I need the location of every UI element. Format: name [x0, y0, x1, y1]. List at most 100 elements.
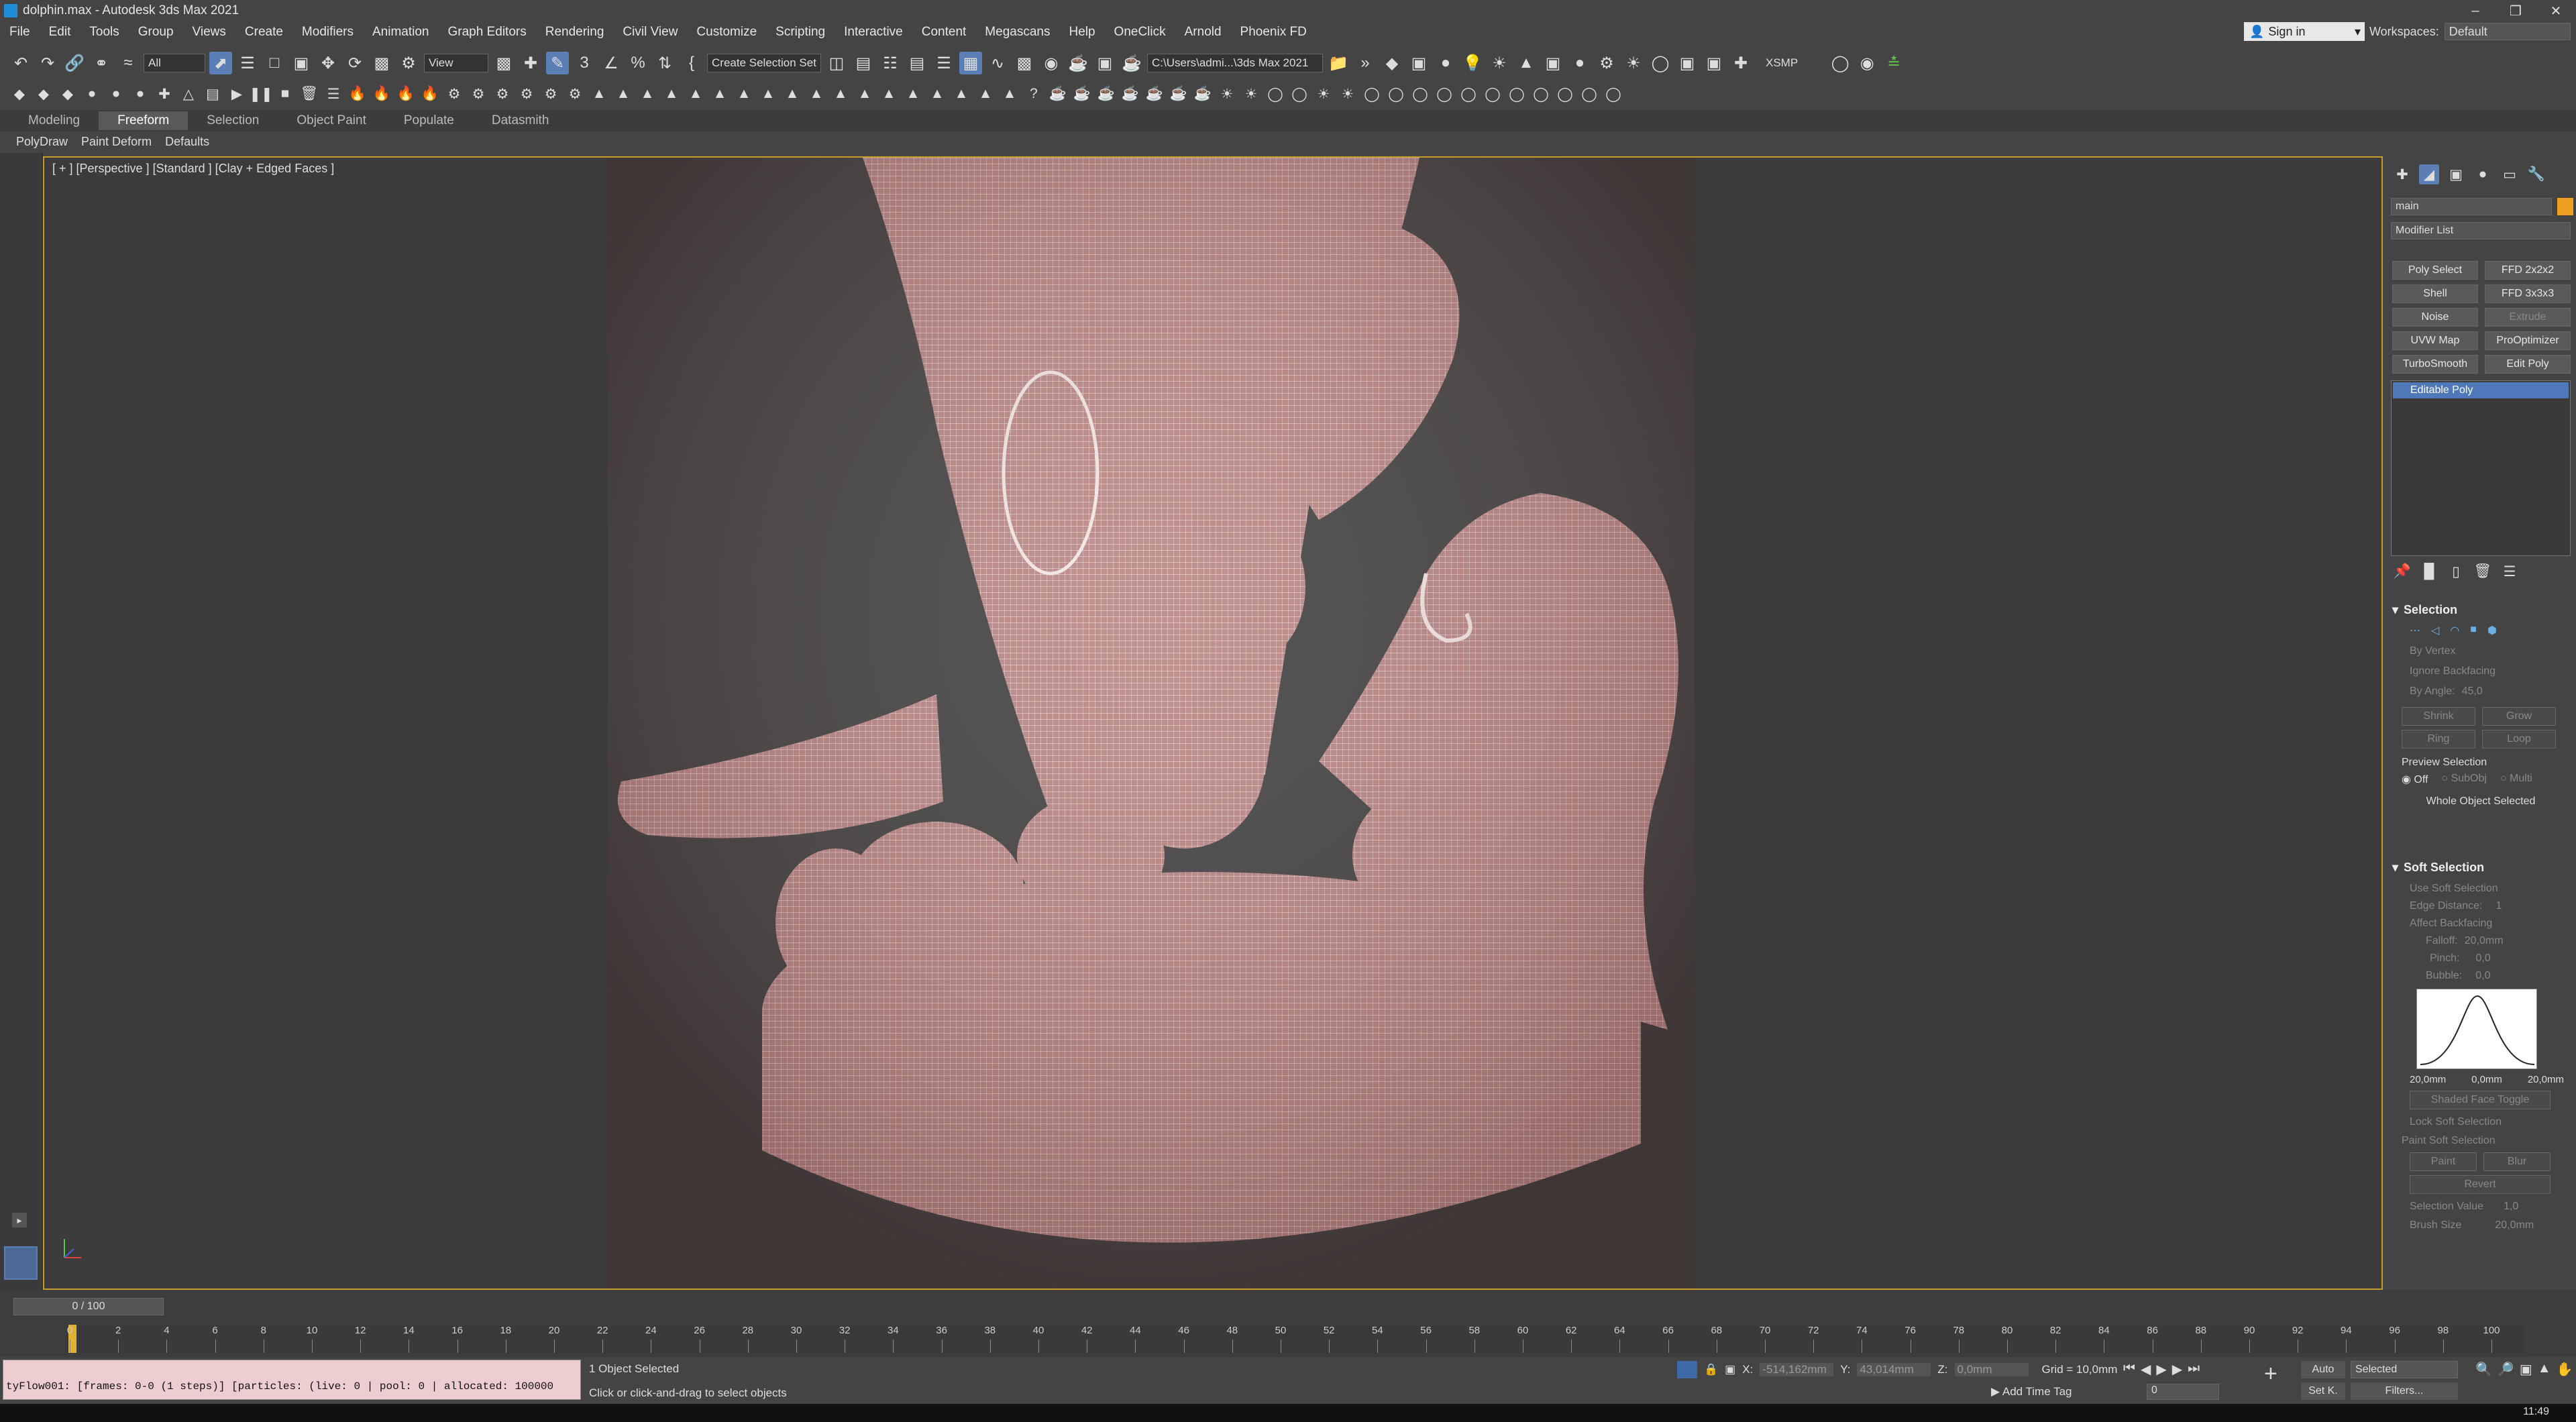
- ribbon-tab-populate[interactable]: Populate: [385, 111, 473, 130]
- pin-stack-icon[interactable]: 📌: [2392, 561, 2412, 582]
- plugin-icon-6[interactable]: ▣: [1542, 52, 1564, 74]
- toolbar2-tool-icon-56[interactable]: ☀: [1338, 84, 1358, 104]
- menu-megascans[interactable]: Megascans: [975, 25, 1059, 40]
- remove-modifier-icon[interactable]: 🗑: [2473, 561, 2493, 582]
- menu-modifiers[interactable]: Modifiers: [292, 25, 363, 40]
- schematic-view-icon[interactable]: ▩: [1013, 52, 1036, 74]
- defaults-tab[interactable]: Defaults: [158, 135, 216, 149]
- scale-icon[interactable]: ▩: [370, 52, 393, 74]
- stack-item-editable-poly[interactable]: Editable Poly: [2393, 382, 2569, 398]
- ribbon-tab-datasmith[interactable]: Datasmith: [473, 111, 568, 130]
- zoom-all-icon[interactable]: 🔎: [2498, 1361, 2514, 1378]
- soft-selection-rollout-header[interactable]: ▾ Soft Selection: [2392, 861, 2569, 875]
- toolbar2-tool-icon-5[interactable]: ●: [106, 84, 126, 104]
- object-color-swatch[interactable]: [2557, 198, 2573, 215]
- toolbar2-tool-icon-57[interactable]: ◯: [1362, 84, 1382, 104]
- pivot-icon[interactable]: ▩: [492, 52, 515, 74]
- zoom-extents-icon[interactable]: ▣: [2520, 1361, 2532, 1378]
- layer-explorer-icon[interactable]: ☷: [879, 52, 902, 74]
- modifier-button-turbosmooth[interactable]: TurboSmooth: [2392, 355, 2478, 374]
- modifier-button-shell[interactable]: Shell: [2392, 284, 2478, 303]
- plugin-icon-8[interactable]: ⚙: [1595, 52, 1618, 74]
- scene-explorer-icon[interactable]: ☰: [932, 52, 955, 74]
- reference-coordinate-system[interactable]: View: [424, 54, 488, 72]
- toolbar2-tool-icon-29[interactable]: ▲: [686, 84, 706, 104]
- affect-backfacing-checkbox[interactable]: Affect Backfacing: [2410, 918, 2569, 930]
- toolbar2-tool-icon-40[interactable]: ▲: [951, 84, 971, 104]
- polygon-icon[interactable]: ■: [2470, 624, 2477, 637]
- toolbar2-tool-icon-30[interactable]: ▲: [710, 84, 730, 104]
- polydraw-tab[interactable]: PolyDraw: [9, 135, 74, 149]
- element-icon[interactable]: ⬢: [2487, 624, 2497, 637]
- time-slider[interactable]: 0 / 100: [13, 1298, 164, 1315]
- ignore-backfacing-checkbox[interactable]: Ignore Backfacing: [2410, 665, 2569, 677]
- toolbar2-tool-icon-39[interactable]: ▲: [927, 84, 947, 104]
- by-vertex-checkbox[interactable]: By Vertex: [2410, 645, 2569, 657]
- toolbar2-tool-icon-33[interactable]: ▲: [782, 84, 802, 104]
- pan-icon[interactable]: ✋: [2557, 1361, 2573, 1378]
- toolbar2-tool-icon-51[interactable]: ☀: [1217, 84, 1237, 104]
- paint-deform-tab[interactable]: Paint Deform: [74, 135, 158, 149]
- ribbon-tab-selection[interactable]: Selection: [188, 111, 278, 130]
- toolbar2-tool-icon-62[interactable]: ◯: [1483, 84, 1503, 104]
- link-icon[interactable]: 🔗: [63, 52, 86, 74]
- rotate-icon[interactable]: ⟳: [343, 52, 366, 74]
- ribbon-tab-freeform[interactable]: Freeform: [99, 111, 189, 130]
- modifier-list-dropdown[interactable]: Modifier List: [2391, 222, 2571, 239]
- toolbar2-tool-icon-31[interactable]: ▲: [734, 84, 754, 104]
- toolbar2-tool-icon-23[interactable]: ⚙: [541, 84, 561, 104]
- toolbar2-tool-icon-49[interactable]: ☕: [1169, 84, 1189, 104]
- toolbar2-tool-icon-32[interactable]: ▲: [758, 84, 778, 104]
- select-by-name-icon[interactable]: ☰: [236, 52, 259, 74]
- shaded-face-toggle-button[interactable]: Shaded Face Toggle: [2410, 1091, 2551, 1109]
- toolbar2-tool-icon-37[interactable]: ▲: [879, 84, 899, 104]
- isolate-icon[interactable]: [1677, 1361, 1697, 1378]
- toolbar2-tool-icon-34[interactable]: ▲: [806, 84, 826, 104]
- plugin-icon-9[interactable]: ☀: [1622, 52, 1645, 74]
- track-bar[interactable]: 0 2 4 6 8 10 12 14 16 18 20 22 24 26 28 30 32 34 36 38 40 42 4…: [66, 1325, 2524, 1353]
- toolbar2-tool-icon-67[interactable]: ◯: [1603, 84, 1623, 104]
- toolbar2-tool-icon-1[interactable]: ◆: [9, 84, 30, 104]
- maxscript-listener[interactable]: tyFlow001: [frames: 0-0 (1 steps)] [part…: [3, 1360, 581, 1400]
- prev-frame-icon[interactable]: ◀: [2141, 1361, 2151, 1378]
- toolbar2-tool-icon-53[interactable]: ◯: [1265, 84, 1285, 104]
- menu-animation[interactable]: Animation: [363, 25, 439, 40]
- configure-modifier-sets-icon[interactable]: ☰: [2500, 561, 2520, 582]
- sign-in-dropdown[interactable]: 👤 Sign in ▾: [2244, 22, 2365, 41]
- spinner-snap-icon[interactable]: ⇅: [653, 52, 676, 74]
- menu-graph-editors[interactable]: Graph Editors: [439, 25, 536, 40]
- menu-group[interactable]: Group: [129, 25, 183, 40]
- render-setup-icon[interactable]: ☕: [1067, 52, 1089, 74]
- modify-tab-icon[interactable]: ◢: [2419, 164, 2439, 184]
- toolbar2-tool-icon-16[interactable]: 🔥: [372, 84, 392, 104]
- display-tab-icon[interactable]: ▭: [2500, 164, 2520, 184]
- move-icon[interactable]: ✥: [317, 52, 339, 74]
- plugin-icon-15[interactable]: ◉: [1856, 52, 1878, 74]
- toolbar2-tool-icon-66[interactable]: ◯: [1579, 84, 1599, 104]
- plugin-icon-12[interactable]: ▣: [1703, 52, 1725, 74]
- utilities-tab-icon[interactable]: 🔧: [2526, 164, 2546, 184]
- toolbar2-tool-icon-50[interactable]: ☕: [1193, 84, 1213, 104]
- render-icon[interactable]: ☕: [1120, 52, 1143, 74]
- project-path[interactable]: C:\Users\admi...\3ds Max 2021: [1147, 54, 1323, 72]
- toolbar2-tool-icon-27[interactable]: ▲: [637, 84, 657, 104]
- viewport-layout-icon[interactable]: [4, 1246, 38, 1280]
- toolbar2-tool-icon-18[interactable]: 🔥: [420, 84, 440, 104]
- toolbar2-tool-icon-43[interactable]: ?: [1024, 84, 1044, 104]
- lock-soft-selection-checkbox[interactable]: Lock Soft Selection: [2410, 1116, 2569, 1128]
- edit-named-sets-icon[interactable]: {: [680, 52, 703, 74]
- toolbar2-tool-icon-12[interactable]: ■: [275, 84, 295, 104]
- plugin-icon-11[interactable]: ▣: [1676, 52, 1699, 74]
- preview-multi-radio[interactable]: ○ Multi: [2500, 773, 2532, 786]
- vertex-icon[interactable]: ⋯: [2410, 624, 2420, 637]
- menu-help[interactable]: Help: [1059, 25, 1104, 40]
- toolbar2-tool-icon-42[interactable]: ▲: [1000, 84, 1020, 104]
- menu-rendering[interactable]: Rendering: [536, 25, 614, 40]
- key-mode-icon[interactable]: +: [2264, 1361, 2291, 1388]
- plugin-icon-10[interactable]: ◯: [1649, 52, 1672, 74]
- make-unique-icon[interactable]: ▯: [2446, 561, 2466, 582]
- toolbar2-tool-icon-17[interactable]: 🔥: [396, 84, 416, 104]
- more-icon[interactable]: »: [1354, 52, 1377, 74]
- toolbar2-tool-icon-2[interactable]: ◆: [34, 84, 54, 104]
- preview-off-radio[interactable]: ◉ Off: [2402, 773, 2428, 786]
